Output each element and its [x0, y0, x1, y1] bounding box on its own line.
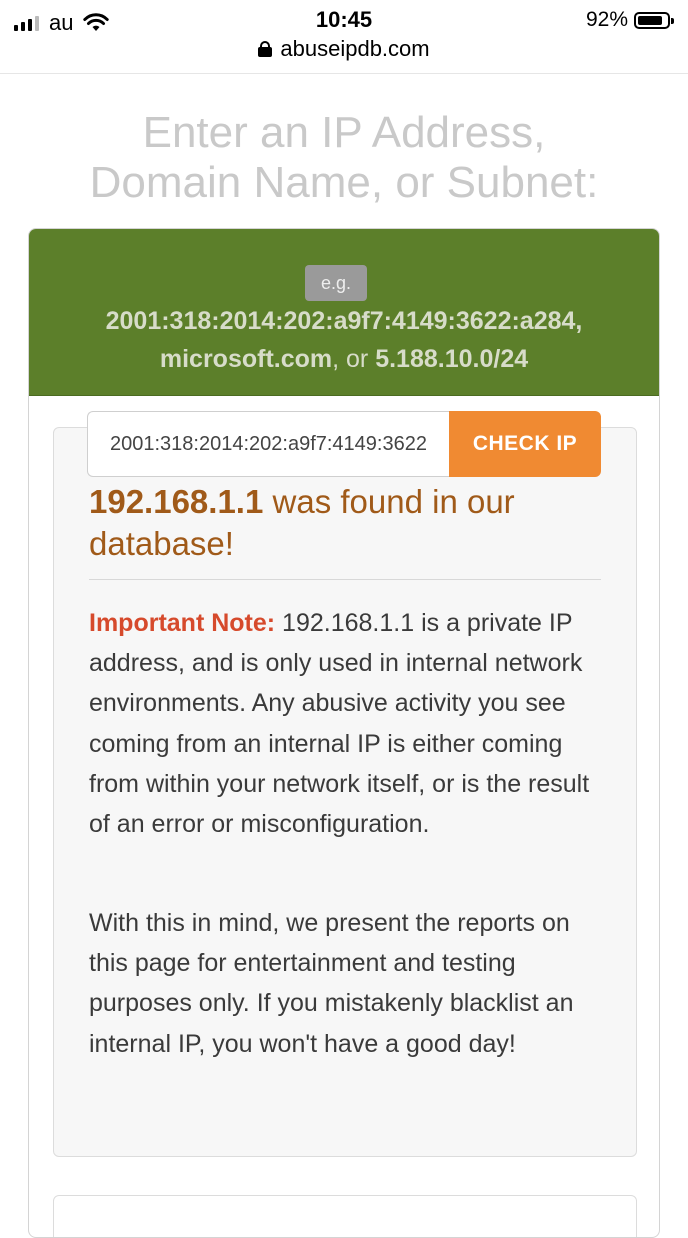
important-note-label: Important Note:: [89, 609, 276, 637]
found-ip: 192.168.1.1: [89, 483, 264, 520]
toolbar-divider: [0, 73, 688, 74]
important-note-body: 192.168.1.1 is a private IP address, and…: [89, 609, 590, 839]
important-note: Important Note: 192.168.1.1 is a private…: [89, 603, 609, 844]
eg-badge: e.g.: [305, 265, 367, 301]
url-text: abuseipdb.com: [280, 36, 430, 61]
example-or: , or: [332, 345, 376, 373]
search-form: CHECK IP: [87, 411, 601, 477]
url-bar[interactable]: abuseipdb.com: [0, 36, 688, 62]
example-header: e.g. 2001:318:2014:202:a9f7:4149:3622:a2…: [29, 229, 659, 396]
lookup-panel: e.g. 2001:318:2014:202:a9f7:4149:3622:a2…: [28, 228, 660, 1238]
example-subnet: 5.188.10.0/24: [375, 345, 529, 373]
status-bar: au 10:45 92%: [0, 0, 688, 35]
battery-icon: [634, 11, 674, 29]
battery-nub: [671, 17, 674, 24]
battery-fill: [638, 15, 662, 25]
disclaimer-paragraph: With this in mind, we present the report…: [89, 909, 574, 1058]
battery-percent: 92%: [585, 8, 628, 31]
found-message: 192.168.1.1 was found in our database!: [89, 481, 609, 565]
clock: 10:45: [315, 7, 373, 32]
next-card: [53, 1195, 637, 1237]
lock-icon: [258, 41, 273, 57]
ip-search-input[interactable]: [87, 411, 449, 477]
heading-line-1: Enter an IP Address,: [142, 108, 546, 157]
example-ipv6: 2001:318:2014:202:a9f7:4149:3622:a284,: [105, 307, 583, 335]
example-domain-subnet: microsoft.com, or 5.188.10.0/24: [29, 345, 659, 374]
result-divider: [89, 579, 601, 580]
heading-line-2: Domain Name, or Subnet:: [89, 158, 599, 207]
example-domain: microsoft.com: [159, 345, 333, 373]
check-ip-button[interactable]: CHECK IP: [449, 411, 601, 477]
page-heading: Enter an IP Address, Domain Name, or Sub…: [0, 108, 688, 208]
status-bar-right: 92%: [585, 8, 674, 32]
